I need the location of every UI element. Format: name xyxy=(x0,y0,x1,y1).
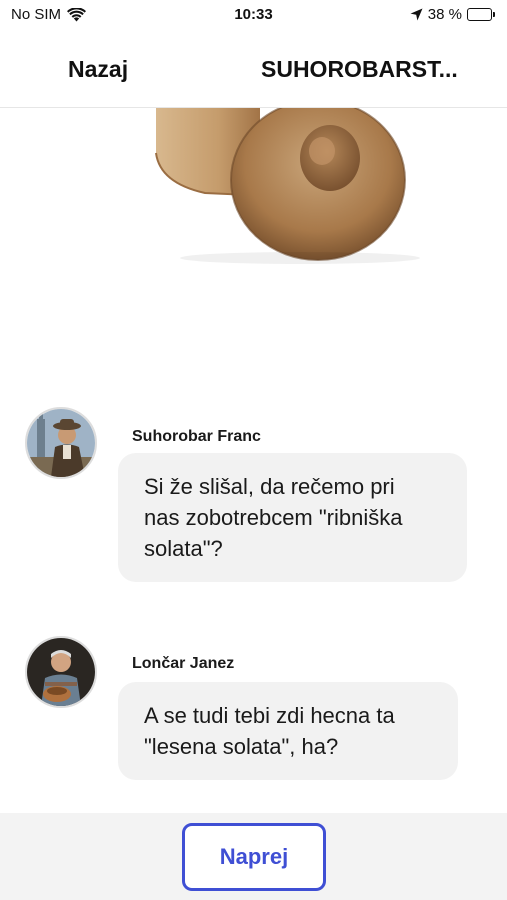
message-line: Si že slišal, da rečemo pri xyxy=(144,474,395,499)
avatar xyxy=(25,636,97,708)
message-line: solata"? xyxy=(144,536,223,561)
location-arrow-icon xyxy=(410,8,423,21)
message-line: A se tudi tebi zdi hecna ta xyxy=(144,703,395,728)
message-line: nas zobotrebcem "ribniška xyxy=(144,505,403,530)
avatar xyxy=(25,407,97,479)
battery-percent: 38 % xyxy=(427,6,462,23)
sender-name: Suhorobar Franc xyxy=(132,428,261,445)
navigation-bar: Nazaj SUHOROBARST... xyxy=(0,30,507,108)
message-line: "lesena solata", ha? xyxy=(144,734,339,759)
message-bubble: A se tudi tebi zdi hecna ta "lesena sola… xyxy=(118,682,458,780)
back-button[interactable]: Nazaj xyxy=(68,56,128,83)
status-right: 38 % xyxy=(410,6,495,23)
battery-icon xyxy=(467,8,495,21)
sender-name: Lončar Janez xyxy=(132,655,235,672)
status-bar: No SIM 10:33 38 % xyxy=(0,0,507,30)
page-title: SUHOROBARST... xyxy=(261,56,458,82)
footer-bar: Naprej xyxy=(0,813,507,900)
wooden-object-image xyxy=(0,108,507,268)
message-bubble: Si že slišal, da rečemo pri nas zobotreb… xyxy=(118,453,467,582)
next-button[interactable]: Naprej xyxy=(182,823,326,891)
